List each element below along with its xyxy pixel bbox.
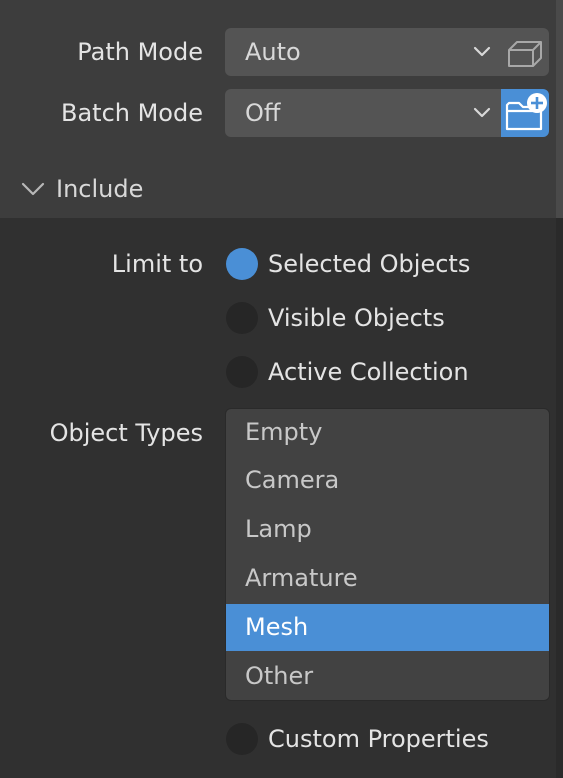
include-section-header[interactable]: Include bbox=[20, 175, 143, 203]
radio-label: Active Collection bbox=[268, 358, 469, 386]
object-type-lamp[interactable]: Lamp bbox=[226, 506, 549, 553]
batch-mode-value: Off bbox=[245, 99, 281, 127]
radio-selected-objects[interactable]: Selected Objects bbox=[226, 248, 470, 280]
object-type-mesh[interactable]: Mesh bbox=[226, 604, 549, 651]
path-mode-value: Auto bbox=[245, 38, 301, 66]
radio-label: Visible Objects bbox=[268, 304, 445, 332]
radio-indicator bbox=[226, 302, 258, 334]
path-mode-dropdown[interactable]: Auto bbox=[225, 28, 501, 76]
checkbox-indicator bbox=[226, 723, 258, 755]
scrollbar-thumb[interactable] bbox=[556, 0, 563, 218]
radio-visible-objects[interactable]: Visible Objects bbox=[226, 302, 445, 334]
object-type-armature[interactable]: Armature bbox=[226, 555, 549, 602]
object-types-label: Object Types bbox=[49, 419, 203, 447]
object-type-camera[interactable]: Camera bbox=[226, 457, 549, 504]
package-box-icon bbox=[508, 41, 542, 67]
radio-indicator bbox=[226, 248, 258, 280]
object-type-empty[interactable]: Empty bbox=[226, 409, 549, 456]
limit-to-label: Limit to bbox=[111, 250, 203, 278]
export-settings-panel: Path Mode Auto Batch Mode Off Include Li… bbox=[0, 0, 563, 778]
chevron-down-icon bbox=[21, 182, 45, 196]
new-folder-icon bbox=[505, 93, 547, 131]
object-type-other[interactable]: Other bbox=[226, 653, 549, 700]
batch-mode-label: Batch Mode bbox=[60, 99, 203, 127]
batch-own-dir-toggle[interactable] bbox=[501, 89, 549, 137]
radio-label: Selected Objects bbox=[268, 250, 471, 278]
chevron-down-icon bbox=[473, 107, 491, 118]
batch-mode-dropdown[interactable]: Off bbox=[225, 89, 501, 137]
embed-textures-toggle[interactable] bbox=[501, 28, 549, 76]
custom-properties-checkbox[interactable]: Custom Properties bbox=[226, 723, 489, 755]
checkbox-label: Custom Properties bbox=[268, 725, 489, 753]
radio-active-collection[interactable]: Active Collection bbox=[226, 356, 469, 388]
chevron-down-icon bbox=[473, 46, 491, 57]
radio-indicator bbox=[226, 356, 258, 388]
path-mode-label: Path Mode bbox=[77, 38, 203, 66]
include-header-label: Include bbox=[56, 175, 144, 203]
object-types-list: Empty Camera Lamp Armature Mesh Other bbox=[225, 408, 550, 701]
